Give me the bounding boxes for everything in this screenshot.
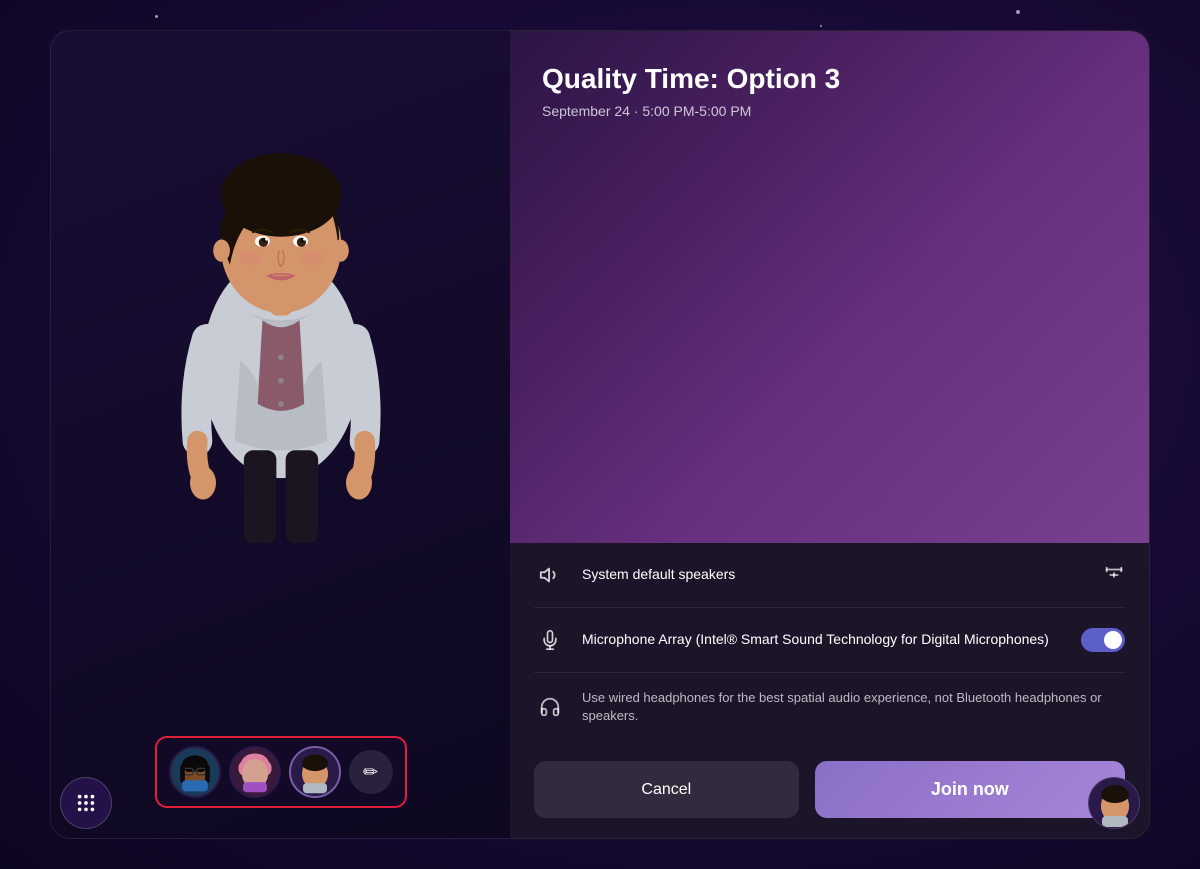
- left-panel: ✏: [50, 30, 510, 839]
- speaker-label: System default speakers: [582, 565, 1087, 585]
- avatar-thumb-3[interactable]: [289, 746, 341, 798]
- avatar-selector: ✏: [155, 736, 407, 808]
- microphone-row: Microphone Array (Intel® Smart Sound Tec…: [534, 608, 1125, 673]
- right-panel: Quality Time: Option 3 September 24 · 5:…: [510, 30, 1150, 839]
- avatar-display: [141, 51, 421, 571]
- speaker-icon: [534, 559, 566, 591]
- event-info: Quality Time: Option 3 September 24 · 5:…: [510, 31, 1149, 543]
- microphone-toggle[interactable]: [1081, 628, 1125, 652]
- join-button[interactable]: Join now: [815, 761, 1125, 818]
- user-avatar-button[interactable]: [1088, 777, 1140, 829]
- event-title: Quality Time: Option 3: [542, 63, 1117, 95]
- headphone-icon: [534, 691, 566, 723]
- audio-settings: System default speakers: [510, 543, 1149, 741]
- avatar-thumb-2[interactable]: [229, 746, 281, 798]
- apps-button[interactable]: [60, 777, 112, 829]
- speaker-filter[interactable]: [1103, 564, 1125, 586]
- microphone-toggle-container: [1081, 628, 1125, 652]
- headphone-row: Use wired headphones for the best spatia…: [534, 673, 1125, 741]
- event-date: September 24 · 5:00 PM-5:00 PM: [542, 103, 1117, 119]
- main-container: ✏ Quality Time: Option 3 September 24 · …: [50, 30, 1150, 839]
- action-buttons: Cancel Join now: [510, 741, 1149, 838]
- headphone-tip: Use wired headphones for the best spatia…: [582, 689, 1125, 725]
- cancel-button[interactable]: Cancel: [534, 761, 799, 818]
- speaker-row: System default speakers: [534, 543, 1125, 608]
- avatar-thumb-1[interactable]: [169, 746, 221, 798]
- microphone-label: Microphone Array (Intel® Smart Sound Tec…: [582, 630, 1065, 650]
- avatar-scene: [51, 31, 510, 838]
- edit-avatar-button[interactable]: ✏: [349, 750, 393, 794]
- microphone-icon: [534, 624, 566, 656]
